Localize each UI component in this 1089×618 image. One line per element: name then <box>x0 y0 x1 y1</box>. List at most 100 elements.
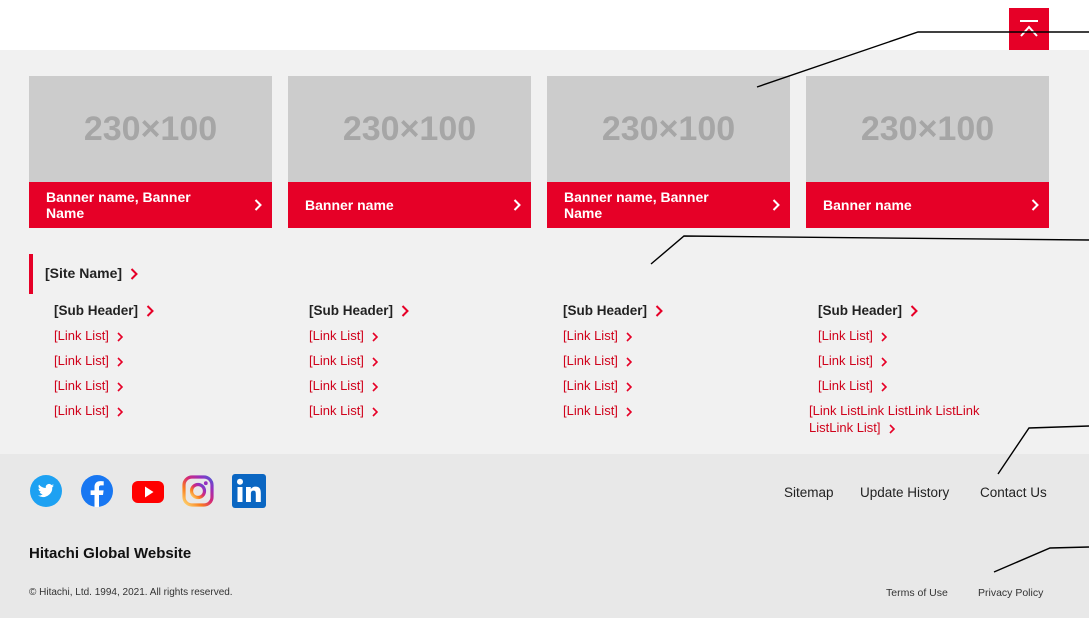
banner-caption-bar: Banner name, Banner Name <box>547 182 790 228</box>
link-label: [Link List] <box>309 353 364 368</box>
chevron-right-icon <box>372 381 378 392</box>
link-list-item[interactable]: [Link List] <box>818 352 1058 377</box>
sub-header-link[interactable]: [Sub Header] <box>54 301 294 323</box>
link-list-item[interactable]: [Link ListLink ListLink ListLink ListLin… <box>809 402 1019 436</box>
link-label: [Link List] <box>563 378 618 393</box>
page: 230×100 Banner name, Banner Name 230×100… <box>0 0 1089 618</box>
link-label: [Link List] <box>309 403 364 418</box>
footer-link-terms-of-use[interactable]: Terms of Use <box>886 587 948 599</box>
link-list-item[interactable]: [Link List] <box>818 377 1058 402</box>
banner-image-placeholder: 230×100 <box>547 76 790 182</box>
sitemap-column: [Sub Header] [Link List] [Link List] [Li… <box>309 301 549 427</box>
arrow-up-icon <box>1020 20 1038 37</box>
banner-name: Banner name <box>823 197 912 213</box>
link-list-item[interactable]: [Link List] <box>563 377 803 402</box>
banner-caption-bar: Banner name <box>806 182 1049 228</box>
sub-header-label: [Sub Header] <box>309 303 394 318</box>
banner-card[interactable]: 230×100 Banner name <box>288 76 531 228</box>
link-list-item[interactable]: [Link List] <box>309 352 549 377</box>
link-label: [Link List] <box>54 378 109 393</box>
sitemap-column: [Sub Header] [Link List] [Link List] [Li… <box>563 301 803 427</box>
link-label: [Link List] <box>818 378 873 393</box>
link-label: [Link List] <box>818 328 873 343</box>
chevron-right-icon <box>117 331 123 342</box>
chevron-right-icon <box>372 356 378 367</box>
twitter-icon[interactable] <box>29 474 63 508</box>
link-list-item[interactable]: [Link List] <box>563 352 803 377</box>
site-name-label: [Site Name] <box>45 265 123 281</box>
link-label: [Link List] <box>54 353 109 368</box>
sub-header-label: [Sub Header] <box>563 303 648 318</box>
sitemap-column: [Sub Header] [Link List] [Link List] [Li… <box>54 301 294 427</box>
chevron-right-icon <box>626 406 632 417</box>
sub-header-link[interactable]: [Sub Header] <box>309 301 549 323</box>
link-list-item[interactable]: [Link List] <box>309 402 549 427</box>
sub-header-label: [Sub Header] <box>818 303 903 318</box>
chevron-right-icon <box>117 406 123 417</box>
copyright-text: © Hitachi, Ltd. 1994, 2021. All rights r… <box>29 587 233 598</box>
link-list-item[interactable]: [Link List] <box>563 327 803 352</box>
link-label: [Link List] <box>309 378 364 393</box>
site-brand-title: Hitachi Global Website <box>29 545 192 562</box>
sitemap-column: [Sub Header] [Link List] [Link List] [Li… <box>809 301 1058 436</box>
link-list-item[interactable]: [Link List] <box>54 402 294 427</box>
chevron-right-icon <box>401 305 409 318</box>
sub-header-link[interactable]: [Sub Header] <box>563 301 803 323</box>
site-name-link[interactable]: [Site Name] <box>45 265 138 281</box>
link-list-item[interactable]: [Link List] <box>309 327 549 352</box>
link-label: [Link List] <box>563 328 618 343</box>
link-label: [Link List] <box>563 353 618 368</box>
banner-name: Banner name, Banner Name <box>564 189 709 221</box>
instagram-icon[interactable] <box>181 474 215 508</box>
banner-caption-bar: Banner name, Banner Name <box>29 182 272 228</box>
link-list: [Link List] [Link List] [Link List] [Lin… <box>54 327 294 427</box>
footer-link-contact-us[interactable]: Contact Us <box>980 485 1047 500</box>
link-label: [Link List] <box>563 403 618 418</box>
link-list: [Link List] [Link List] [Link List] [Lin… <box>309 327 549 427</box>
banner-image-placeholder: 230×100 <box>806 76 1049 182</box>
chevron-right-icon <box>626 356 632 367</box>
link-list-item[interactable]: [Link List] <box>54 327 294 352</box>
chevron-right-icon <box>146 305 154 318</box>
chevron-right-icon <box>626 381 632 392</box>
link-label: [Link List] <box>54 328 109 343</box>
chevron-right-icon <box>117 356 123 367</box>
footer-link-sitemap[interactable]: Sitemap <box>784 485 834 500</box>
footer-link-update-history[interactable]: Update History <box>860 485 949 500</box>
chevron-right-icon <box>513 199 521 211</box>
chevron-right-icon <box>372 406 378 417</box>
link-label: [Link List] <box>818 353 873 368</box>
banner-card[interactable]: 230×100 Banner name, Banner Name <box>547 76 790 228</box>
chevron-right-icon <box>881 331 887 342</box>
sub-header-label: [Sub Header] <box>54 303 139 318</box>
chevron-right-icon <box>655 305 663 318</box>
chevron-right-icon <box>888 423 895 434</box>
link-list: [Link List] [Link List] [Link List] [Lin… <box>563 327 803 427</box>
banner-card[interactable]: 230×100 Banner name, Banner Name <box>29 76 272 228</box>
chevron-right-icon <box>372 331 378 342</box>
footer-link-privacy-policy[interactable]: Privacy Policy <box>978 587 1043 599</box>
link-list-item[interactable]: [Link List] <box>54 352 294 377</box>
sub-header-link[interactable]: [Sub Header] <box>818 301 1058 323</box>
chevron-right-icon <box>772 199 780 211</box>
linkedin-icon[interactable] <box>232 474 266 508</box>
link-list: [Link List] [Link List] [Link List] [Lin… <box>809 327 1058 436</box>
chevron-right-icon <box>117 381 123 392</box>
chevron-right-icon <box>1031 199 1039 211</box>
back-to-top-button[interactable] <box>1009 8 1049 50</box>
banner-card[interactable]: 230×100 Banner name <box>806 76 1049 228</box>
banner-name: Banner name, Banner Name <box>46 189 191 221</box>
youtube-icon[interactable] <box>131 474 165 508</box>
link-list-item[interactable]: [Link List] <box>818 327 1058 352</box>
link-list-item[interactable]: [Link List] <box>309 377 549 402</box>
link-label: [Link List] <box>309 328 364 343</box>
link-list-item[interactable]: [Link List] <box>563 402 803 427</box>
banner-image-placeholder: 230×100 <box>288 76 531 182</box>
link-list-item[interactable]: [Link List] <box>54 377 294 402</box>
banner-name: Banner name <box>305 197 394 213</box>
facebook-icon[interactable] <box>80 474 114 508</box>
chevron-right-icon <box>130 268 138 281</box>
link-label: [Link List] <box>54 403 109 418</box>
banner-caption-bar: Banner name <box>288 182 531 228</box>
banner-image-placeholder: 230×100 <box>29 76 272 182</box>
